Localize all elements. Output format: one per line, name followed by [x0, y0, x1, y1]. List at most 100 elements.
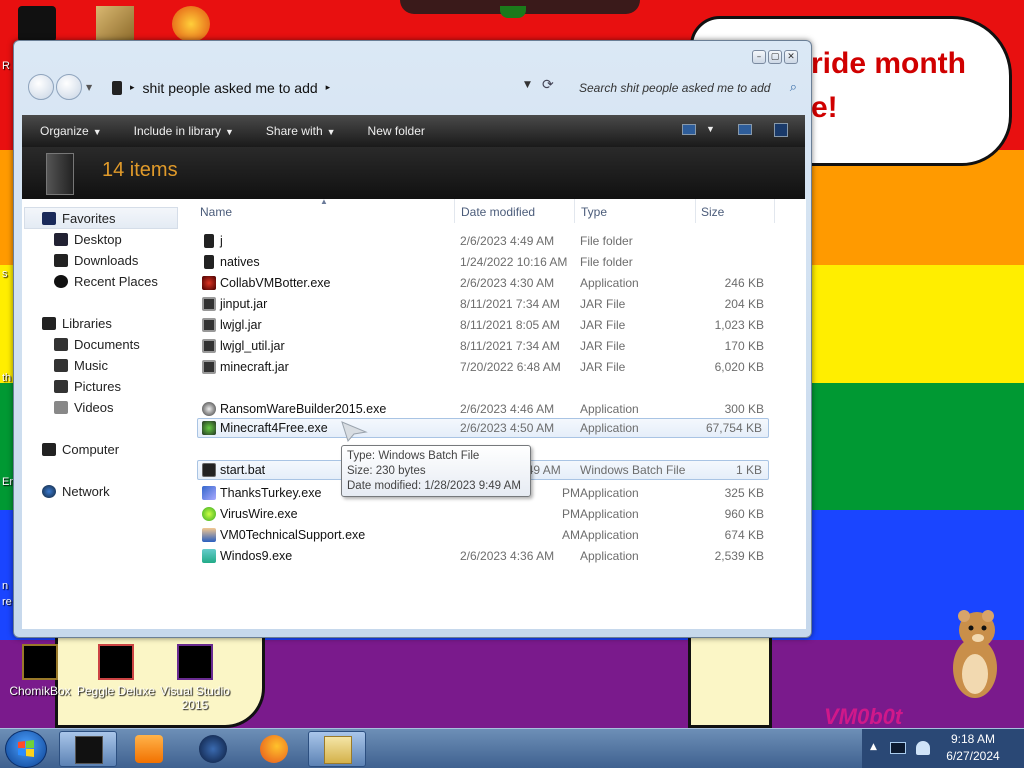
file-row-hover[interactable]: Minecraft4Free.exe 2/6/2023 4:50 AM Appl… — [197, 418, 769, 438]
address-dropdown-icon[interactable]: ▼ — [524, 80, 531, 90]
nav-favorites[interactable]: Favorites — [42, 211, 115, 226]
file-row[interactable]: lwjgl.jar 8/11/2021 8:05 AM JAR File 1,0… — [198, 315, 770, 335]
search-placeholder: Search shit people asked me to add — [579, 80, 771, 95]
taskbar-globe-app[interactable] — [184, 731, 242, 767]
share-with-button[interactable]: Share with ▼ — [266, 124, 336, 138]
file-date: AM — [562, 528, 580, 542]
nav-desktop[interactable]: Desktop — [54, 232, 122, 247]
file-date: 2/6/2023 4:46 AM — [460, 402, 555, 416]
file-date: 2/6/2023 4:30 AM — [460, 276, 555, 290]
tooltip-date: Date modified: 1/28/2023 9:49 AM — [347, 480, 521, 492]
network-tray-icon[interactable] — [890, 742, 906, 754]
file-list: Name ▲ Date modified Type Size j 2/6/202… — [197, 197, 806, 629]
nav-network[interactable]: Network — [42, 484, 110, 499]
close-button[interactable]: ✕ — [784, 50, 798, 64]
taskbar-explorer-window[interactable] — [59, 731, 117, 767]
column-header-date[interactable]: Date modified — [461, 205, 535, 219]
computer-icon — [42, 443, 56, 456]
breadcrumb-separator-icon: ▸ — [325, 82, 331, 92]
breadcrumb-separator-icon: ▸ — [130, 82, 135, 92]
maximize-button[interactable]: ▢ — [768, 50, 782, 64]
file-tooltip: Type: Windows Batch File Size: 230 bytes… — [341, 445, 531, 497]
file-row[interactable]: VM0TechnicalSupport.exe AM Application 6… — [198, 525, 770, 545]
column-header-type[interactable]: Type — [581, 205, 607, 219]
file-type: JAR File — [580, 297, 626, 311]
nav-label: Downloads — [74, 253, 139, 268]
file-name: natives — [220, 255, 260, 269]
preview-pane-icon[interactable] — [738, 124, 752, 135]
file-name: j — [220, 234, 223, 248]
banner-line-2: e! — [811, 91, 838, 124]
windows-logo-icon — [18, 740, 34, 757]
nav-music[interactable]: Music — [54, 358, 108, 373]
share-with-label: Share with — [265, 124, 323, 138]
volume-icon[interactable] — [916, 741, 930, 755]
organize-button[interactable]: Organize ▼ — [40, 124, 102, 138]
column-separator[interactable] — [574, 199, 575, 223]
desktop-icon-chomikbox[interactable]: ChomikBox — [0, 644, 80, 698]
nav-pictures[interactable]: Pictures — [54, 379, 121, 394]
new-folder-button[interactable]: New folder — [368, 124, 425, 138]
column-header-name[interactable]: Name — [200, 205, 232, 219]
file-row[interactable]: VirusWire.exe PM Application 960 KB — [198, 504, 770, 524]
recent-pages-arrow-icon[interactable]: ▼ — [86, 83, 92, 92]
file-row[interactable]: minecraft.jar 7/20/2022 6:48 AM JAR File… — [198, 357, 770, 377]
desktop-top-icon-3[interactable] — [172, 6, 210, 42]
nav-computer[interactable]: Computer — [42, 442, 119, 457]
show-hidden-icons-icon[interactable]: ▲ — [870, 742, 877, 752]
file-row[interactable]: lwjgl_util.jar 8/11/2021 7:34 AM JAR Fil… — [198, 336, 770, 356]
file-name: jinput.jar — [220, 297, 268, 311]
back-button[interactable] — [28, 74, 54, 100]
desktop-top-icon-2[interactable] — [96, 6, 134, 42]
file-size: 1,023 KB — [714, 318, 764, 332]
nav-downloads[interactable]: Downloads — [54, 253, 138, 268]
application-icon — [202, 549, 216, 563]
forward-button[interactable] — [56, 74, 82, 100]
desktop-icon-peggle-deluxe[interactable]: Peggle Deluxe — [76, 644, 156, 698]
nav-libraries[interactable]: Libraries — [42, 316, 112, 331]
breadcrumb-current[interactable]: shit people asked me to add — [143, 80, 318, 96]
desktop-icon-visual-studio[interactable]: Visual Studio 2015 — [155, 644, 235, 712]
chevron-down-icon: ▼ — [92, 127, 102, 137]
file-row[interactable]: RansomWareBuilder2015.exe 2/6/2023 4:46 … — [198, 399, 770, 419]
file-type: Application — [580, 528, 639, 542]
taskbar-media-player[interactable] — [120, 731, 178, 767]
clock[interactable]: 9:18 AM 6/27/2024 — [944, 731, 1002, 765]
help-icon[interactable] — [774, 123, 788, 137]
file-row[interactable]: natives 1/24/2022 10:16 AM File folder — [198, 252, 770, 272]
address-bar[interactable]: ▸ shit people asked me to add ▸ — [106, 75, 546, 100]
search-icon[interactable]: ⌕ — [790, 79, 797, 95]
nav-label: Recent Places — [74, 274, 158, 289]
column-separator[interactable] — [454, 199, 455, 223]
view-options-icon[interactable] — [682, 124, 696, 135]
file-date: 8/11/2021 7:34 AM — [460, 339, 560, 353]
nav-documents[interactable]: Documents — [54, 337, 140, 352]
refresh-icon[interactable]: ⟳ — [542, 77, 554, 93]
folder-icon — [204, 234, 214, 248]
file-size: 1 KB — [735, 463, 762, 477]
desktop-top-icon-1[interactable] — [18, 6, 56, 42]
column-header-size[interactable]: Size — [701, 205, 724, 219]
tooltip-type: Type: Windows Batch File — [347, 450, 480, 462]
edge-text: Er — [2, 476, 13, 488]
nav-videos[interactable]: Videos — [54, 400, 114, 415]
file-row[interactable]: jinput.jar 8/11/2021 7:34 AM JAR File 20… — [198, 294, 770, 314]
file-row[interactable]: Windos9.exe 2/6/2023 4:36 AM Application… — [198, 546, 770, 566]
taskbar-explorer[interactable] — [308, 731, 366, 767]
include-in-library-button[interactable]: Include in library ▼ — [134, 124, 234, 138]
start-button[interactable] — [5, 730, 47, 768]
file-type: Application — [580, 549, 639, 563]
file-size: 204 KB — [724, 297, 764, 311]
file-size: 246 KB — [724, 276, 764, 290]
file-size: 960 KB — [724, 507, 764, 521]
column-separator[interactable] — [695, 199, 696, 223]
nav-recent-places[interactable]: Recent Places — [54, 274, 158, 289]
view-dropdown-icon[interactable]: ▼ — [706, 124, 715, 134]
file-row[interactable]: j 2/6/2023 4:49 AM File folder — [198, 231, 770, 251]
search-box[interactable]: Search shit people asked me to add ⌕ — [569, 75, 801, 100]
column-separator[interactable] — [774, 199, 775, 223]
file-row[interactable]: CollabVMBotter.exe 2/6/2023 4:30 AM Appl… — [198, 273, 770, 293]
minimize-button[interactable]: – — [752, 50, 766, 64]
firefox-icon — [260, 735, 288, 763]
taskbar-firefox[interactable] — [245, 731, 303, 767]
